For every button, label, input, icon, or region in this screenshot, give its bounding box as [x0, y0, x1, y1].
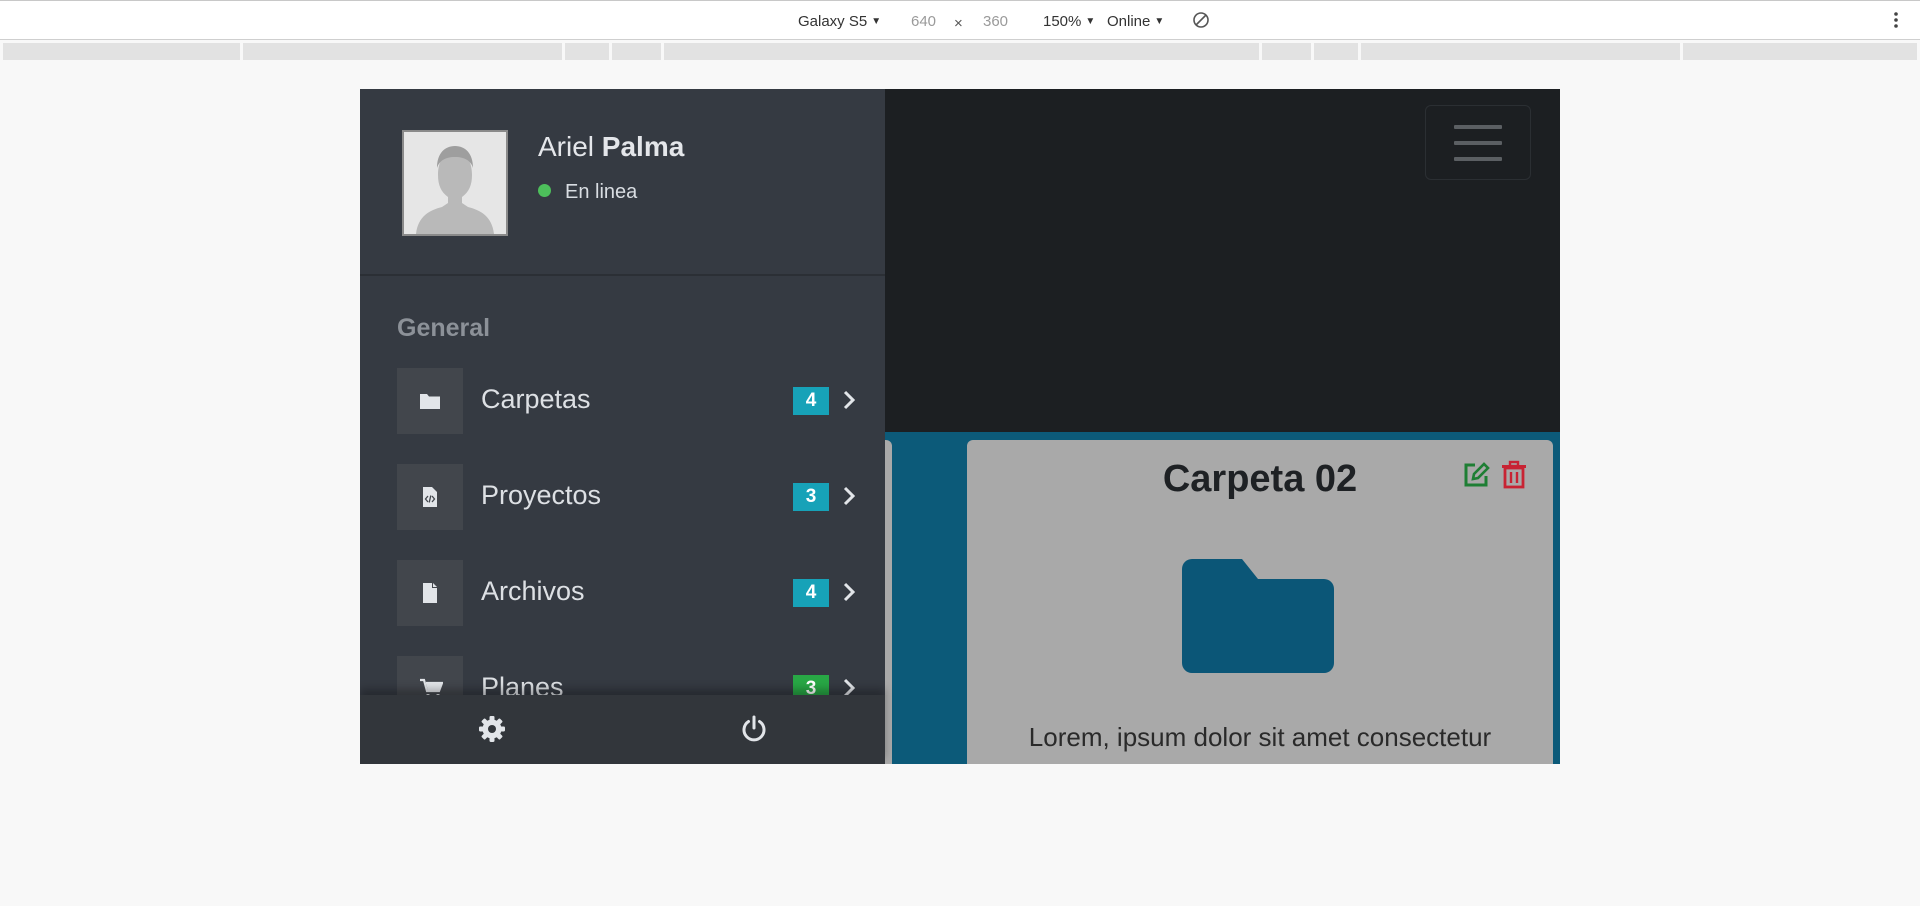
user-profile: Ariel Palma En linea: [360, 89, 885, 276]
media-query-bar[interactable]: [612, 43, 661, 60]
width-input[interactable]: 640: [911, 13, 936, 30]
sidebar-item-carpetas[interactable]: Carpetas 4: [397, 368, 859, 434]
folder-icon: [420, 394, 440, 409]
user-last-name: Palma: [601, 131, 685, 162]
edit-button[interactable]: [1461, 460, 1491, 490]
user-first-name: Ariel: [538, 131, 595, 162]
media-query-bar[interactable]: [1262, 43, 1311, 60]
sidebar-item-label: Archivos: [481, 576, 585, 606]
network-throttle-select[interactable]: Online ▼: [1107, 13, 1164, 30]
sidebar-item-archivos[interactable]: Archivos 4: [397, 560, 859, 626]
device-select[interactable]: Galaxy S5 ▼: [798, 13, 881, 30]
rotate-button[interactable]: [1192, 11, 1210, 33]
user-status: En linea: [538, 181, 637, 204]
media-query-bar[interactable]: [664, 43, 1259, 60]
sidebar-item-label: Proyectos: [481, 480, 602, 510]
zoom-select[interactable]: 150% ▼: [1043, 13, 1095, 30]
code-file-icon: [423, 487, 437, 507]
power-icon: [742, 715, 766, 742]
gear-icon: [479, 716, 505, 742]
trash-icon: [1502, 460, 1526, 489]
count-badge: 4: [793, 579, 829, 607]
media-query-bar[interactable]: [3, 43, 240, 60]
user-silhouette-icon: [404, 132, 506, 234]
delete-button[interactable]: [1499, 460, 1529, 490]
folder-icon[interactable]: [1182, 559, 1334, 673]
device-viewport: ur Carpeta 02: [360, 89, 1560, 764]
device-select-label: Galaxy S5: [798, 13, 868, 30]
dimension-separator: ×: [954, 15, 963, 32]
edit-icon: [1464, 462, 1490, 487]
online-indicator: [538, 184, 551, 197]
media-query-bar[interactable]: [243, 43, 562, 60]
chevron-down-icon: ▼: [1154, 16, 1165, 27]
chevron-down-icon: ▼: [871, 16, 882, 27]
navbar-toggler-button[interactable]: [1425, 105, 1531, 180]
folder-card: Carpeta 02 Lorem, ipsum dolor sit amet c…: [967, 440, 1553, 764]
rotate-icon: [1193, 12, 1209, 28]
media-query-ruler: [3, 43, 1917, 60]
file-icon: [423, 583, 437, 603]
user-name: Ariel Palma: [538, 131, 684, 163]
settings-button[interactable]: [478, 715, 506, 748]
sidebar-item-proyectos[interactable]: Proyectos 3: [397, 464, 859, 530]
more-options-button[interactable]: [1893, 11, 1899, 33]
zoom-select-label: 150%: [1043, 13, 1082, 30]
status-label: En linea: [565, 181, 638, 203]
count-badge: 4: [793, 387, 829, 415]
network-select-label: Online: [1107, 13, 1151, 30]
chevron-right-icon: [843, 582, 855, 602]
media-query-bar[interactable]: [1314, 43, 1358, 60]
more-vertical-icon: [1894, 12, 1898, 28]
chevron-right-icon: [843, 486, 855, 506]
media-query-bar[interactable]: [1361, 43, 1680, 60]
media-query-bar[interactable]: [1683, 43, 1917, 60]
sidebar-footer: [360, 695, 885, 764]
media-query-bar[interactable]: [565, 43, 609, 60]
height-input[interactable]: 360: [983, 13, 1008, 30]
card-description: Lorem, ipsum dolor sit amet consectetur: [1028, 722, 1492, 752]
count-badge: 3: [793, 483, 829, 511]
sidebar-item-label: Carpetas: [481, 384, 591, 414]
devtools-device-toolbar: Galaxy S5 ▼ 640 × 360 150% ▼ Online ▼: [0, 0, 1920, 40]
chevron-down-icon: ▼: [1085, 16, 1096, 27]
avatar: [402, 130, 508, 236]
menu-section-title: General: [397, 314, 491, 342]
chevron-right-icon: [843, 390, 855, 410]
sidebar: Ariel Palma En linea General Carpetas 4: [360, 89, 885, 764]
logout-button[interactable]: [740, 715, 768, 748]
